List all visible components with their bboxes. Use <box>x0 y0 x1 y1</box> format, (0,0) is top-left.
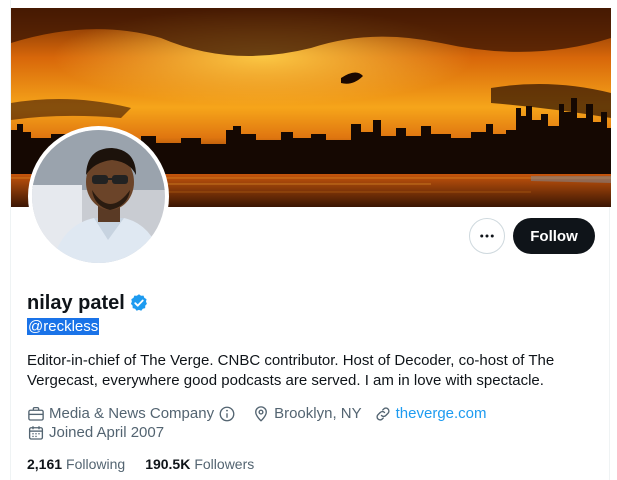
top-edge <box>11 0 611 8</box>
follow-stats: 2,161 Following 190.5K Followers <box>27 455 274 473</box>
followers-label: Followers <box>194 456 255 472</box>
more-horizontal-icon <box>480 234 494 238</box>
verified-badge-icon[interactable] <box>129 293 149 313</box>
more-options-button[interactable] <box>469 218 505 254</box>
followers-link[interactable]: 190.5K Followers <box>145 455 254 473</box>
joined-item: Joined April 2007 <box>27 423 164 443</box>
display-name: nilay patel <box>27 292 125 314</box>
following-label: Following <box>66 456 126 472</box>
profile-bio: Editor-in-chief of The Verge. CNBC contr… <box>27 352 555 389</box>
avatar[interactable] <box>28 126 169 267</box>
website-link[interactable]: theverge.com <box>396 404 487 424</box>
link-icon <box>376 407 390 421</box>
followers-count: 190.5K <box>145 456 191 472</box>
category-label: Media & News Company <box>49 405 215 422</box>
profile-meta: Media & News Company Brooklyn, NY thever… <box>27 404 499 424</box>
profile-page: Follow nilay patel @reckless Editor-in-c… <box>10 0 611 480</box>
user-handle: @reckless <box>27 318 100 335</box>
joined-date: Joined April 2007 <box>49 424 165 441</box>
website-item: theverge.com <box>374 404 487 424</box>
handle-row: @reckless <box>27 317 100 337</box>
joined-row: Joined April 2007 <box>27 423 176 443</box>
location-item: Brooklyn, NY <box>252 404 362 424</box>
following-count: 2,161 <box>27 456 63 472</box>
following-link[interactable]: 2,161 Following <box>27 455 125 473</box>
location-label: Brooklyn, NY <box>274 405 362 422</box>
category-item: Media & News Company <box>27 404 240 424</box>
display-name-row: nilay patel <box>27 291 149 315</box>
location-pin-icon <box>255 406 268 422</box>
avatar-photo <box>32 130 165 263</box>
follow-button[interactable]: Follow <box>513 218 595 254</box>
briefcase-icon <box>28 406 44 421</box>
info-icon[interactable] <box>218 405 240 423</box>
calendar-icon <box>28 426 44 440</box>
